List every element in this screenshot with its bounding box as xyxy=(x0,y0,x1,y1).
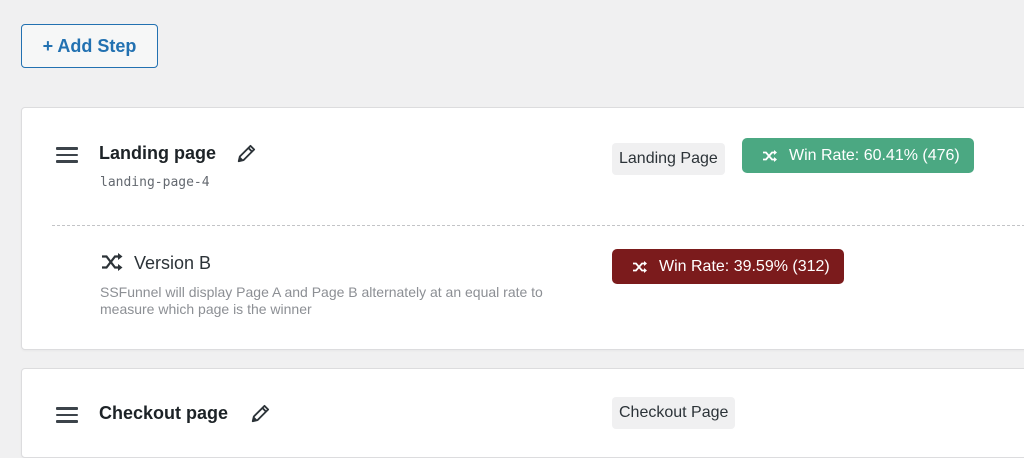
win-rate-badge-a: Win Rate: 60.41% (476) xyxy=(742,138,974,173)
funnel-step-card: Checkout page Checkout Page xyxy=(21,368,1024,458)
win-rate-text: Win Rate: 60.41% (476) xyxy=(789,146,960,164)
step-type-badge: Checkout Page xyxy=(612,397,736,429)
drag-handle-icon[interactable] xyxy=(56,407,78,423)
version-label: Version B xyxy=(134,253,212,273)
step-type-badge: Landing Page xyxy=(612,143,725,175)
drag-handle-icon[interactable] xyxy=(56,147,78,163)
shuffle-icon xyxy=(102,253,123,271)
shuffle-icon xyxy=(633,260,647,273)
pencil-icon[interactable] xyxy=(250,402,272,424)
win-rate-badge-b: Win Rate: 39.59% (312) xyxy=(612,249,844,284)
add-step-button[interactable]: + Add Step xyxy=(21,24,158,68)
shuffle-icon xyxy=(763,149,777,162)
step-title: Checkout page xyxy=(99,403,229,423)
version-description: SSFunnel will display Page A and Page B … xyxy=(100,284,543,317)
step-title: Landing page xyxy=(99,143,216,163)
pencil-icon[interactable] xyxy=(236,142,258,164)
step-divider xyxy=(52,225,1024,226)
win-rate-text: Win Rate: 39.59% (312) xyxy=(659,257,830,275)
funnel-step-card: Landing page landing-page-4 Landing Page… xyxy=(21,107,1024,350)
step-slug: landing-page-4 xyxy=(100,175,210,190)
